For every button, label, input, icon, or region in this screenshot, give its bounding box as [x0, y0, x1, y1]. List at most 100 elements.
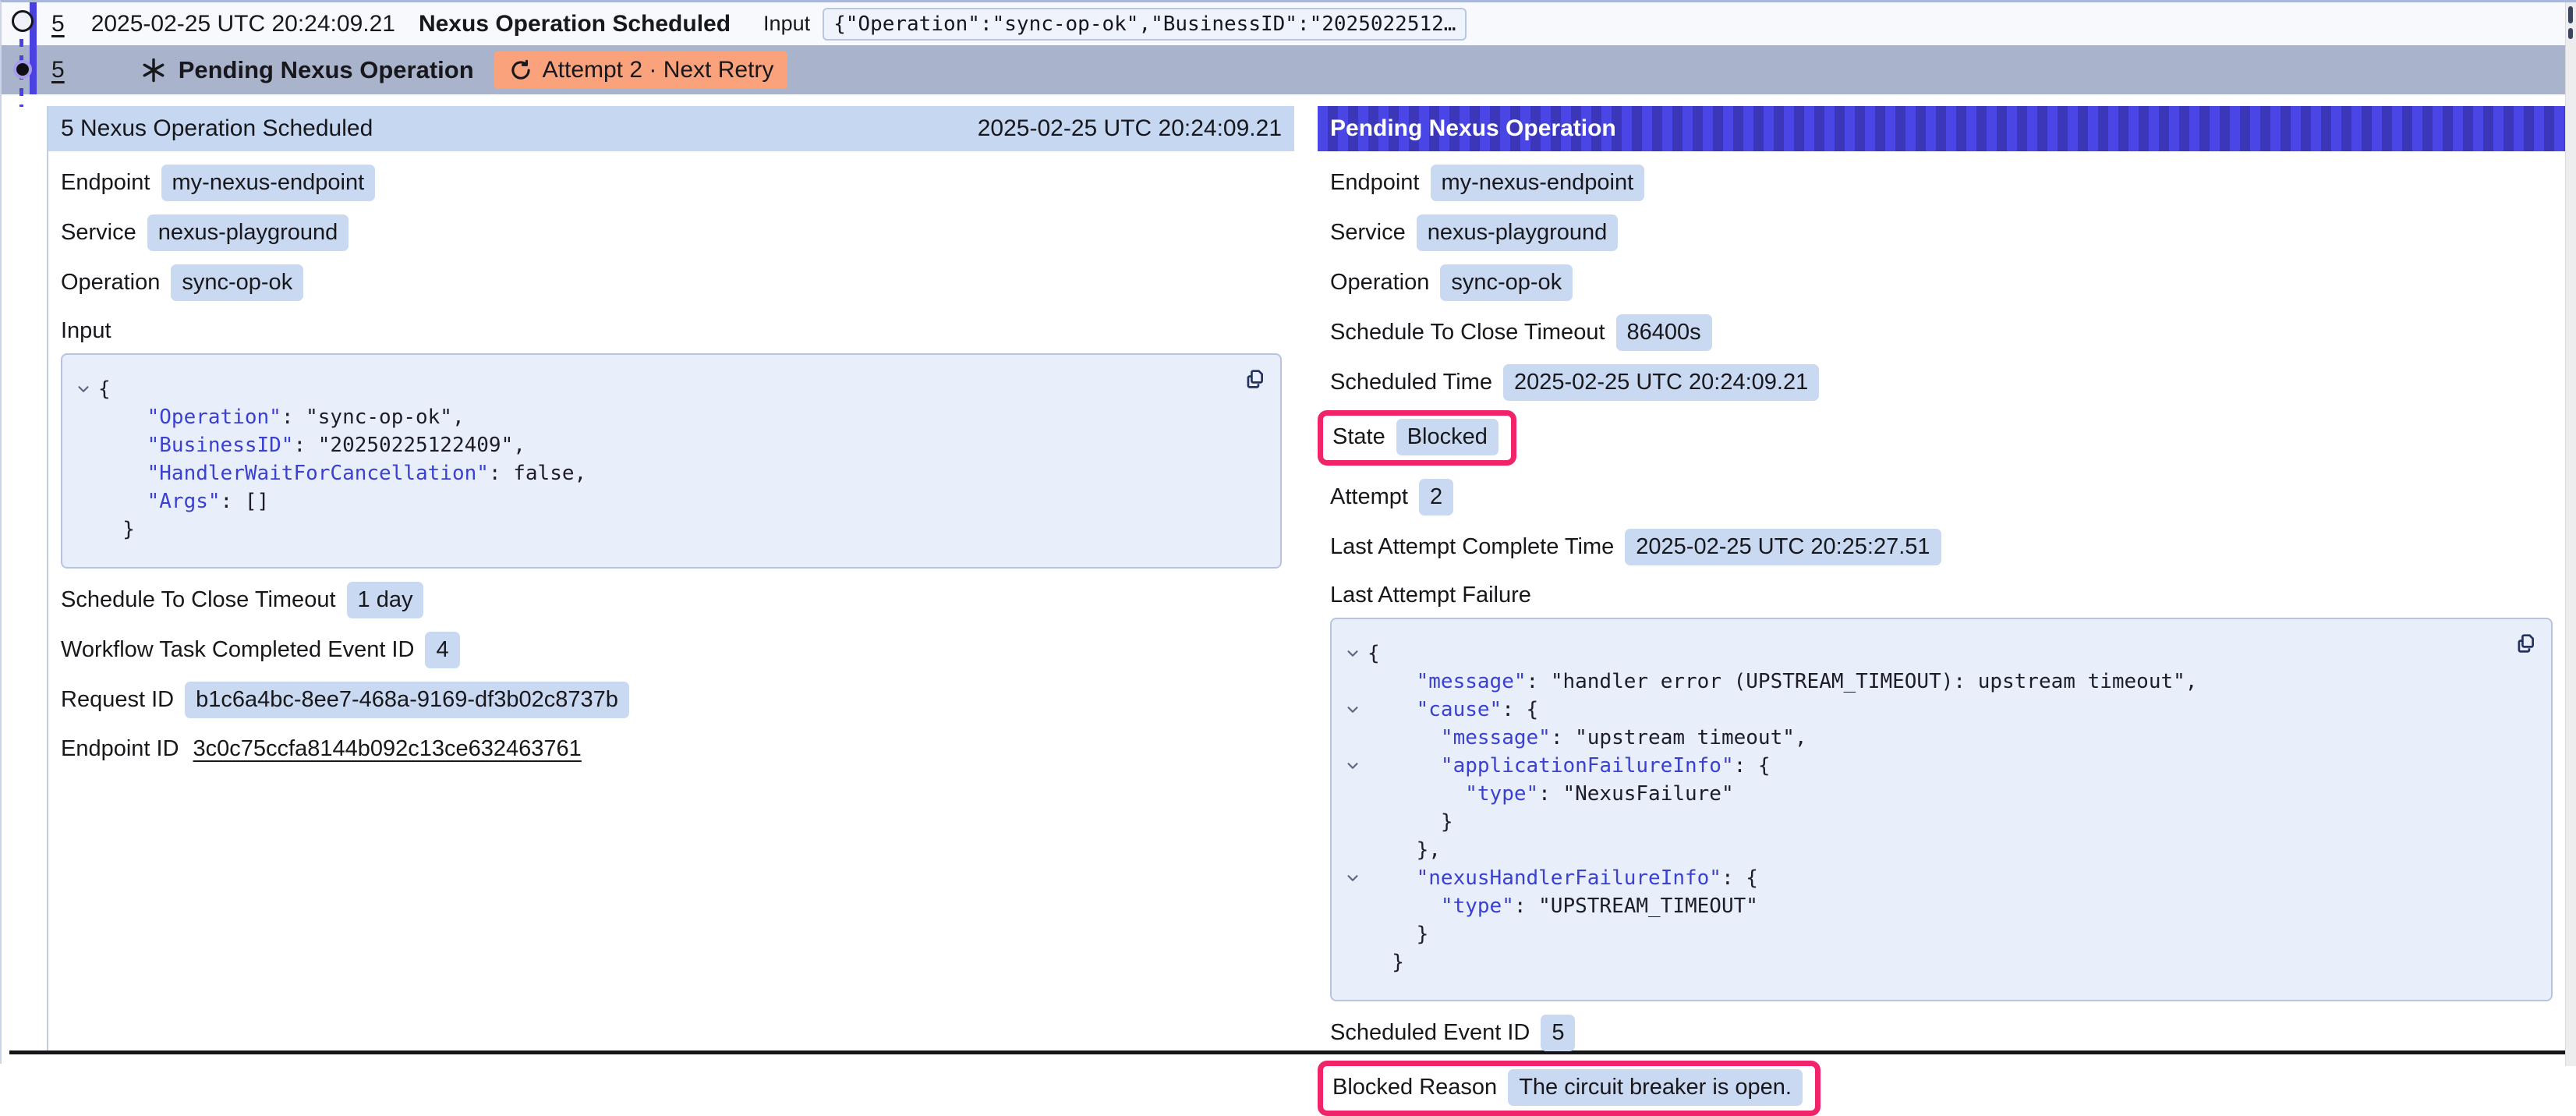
field-value: The circuit breaker is open.: [1508, 1069, 1803, 1106]
scrollbar-thumb[interactable]: [2568, 28, 2573, 39]
pending-field-scheduled-time: Scheduled Time2025-02-25 UTC 20:24:09.21: [1330, 364, 2565, 401]
blocked-reason-highlight: Blocked Reason The circuit breaker is ope…: [1318, 1061, 1821, 1116]
scheduled-field-service: Service nexus-playground: [61, 214, 1294, 251]
state-highlight: State Blocked: [1318, 410, 1516, 466]
scheduled-panel-timestamp: 2025-02-25 UTC 20:24:09.21: [978, 115, 1282, 142]
field-label: Blocked Reason: [1332, 1075, 1497, 1100]
field-value: nexus-playground: [147, 214, 349, 251]
code-gutter: [1338, 668, 1368, 696]
field-label: Operation: [61, 270, 160, 296]
pending-field-last-attempt-complete-time: Last Attempt Complete Time2025-02-25 UTC…: [1330, 529, 2565, 565]
field-label: Service: [61, 220, 136, 246]
timeline-open-node-icon[interactable]: [12, 10, 34, 32]
code-line: }: [1338, 948, 2535, 976]
pending-field-attempt: Attempt2: [1330, 479, 2565, 515]
pending-field-endpoint: Endpointmy-nexus-endpoint: [1330, 165, 2565, 201]
temporal-event-history-view: 5 2025-02-25 UTC 20:24:09.21 Nexus Opera…: [0, 0, 2576, 1064]
field-value: 2025-02-25 UTC 20:24:09.21: [1503, 364, 1819, 401]
pending-panel-title: Pending Nexus Operation: [1330, 115, 1616, 142]
pending-field-scheduled-event-id: Scheduled Event ID5: [1330, 1015, 2565, 1051]
field-value: Blocked: [1396, 419, 1499, 455]
timeline-current-node-icon[interactable]: [13, 60, 32, 79]
field-value: 1 day: [347, 582, 424, 618]
field-label: Service: [1330, 220, 1406, 246]
code-line: },: [1338, 836, 2535, 864]
code-gutter: [1338, 836, 1368, 864]
chevron-down-icon[interactable]: [1338, 864, 1368, 892]
field-value: 4: [425, 632, 459, 668]
scheduled-field-operation: Operation sync-op-ok: [61, 264, 1294, 301]
scheduled-fields-top: Endpoint my-nexus-endpoint Service nexus-pl…: [48, 165, 1294, 301]
code-line: "message": "handler error (UPSTREAM_TIME…: [1338, 668, 2535, 696]
field-label: Attempt: [1330, 484, 1408, 510]
input-json-lines: { "Operation": "sync-op-ok", "BusinessID…: [69, 375, 1265, 544]
retry-attempt-badge: Attempt 2 · Next Retry: [494, 51, 788, 89]
field-value: my-nexus-endpoint: [161, 165, 376, 201]
event-input-preview: {"Operation":"sync-op-ok","BusinessID":"…: [823, 8, 1467, 41]
field-label: Schedule To Close Timeout: [61, 587, 336, 613]
field-label: Schedule To Close Timeout: [1330, 320, 1605, 345]
field-value: sync-op-ok: [171, 264, 303, 301]
event-id-link[interactable]: 5: [51, 11, 65, 37]
code-line: "Operation": "sync-op-ok",: [69, 403, 1265, 431]
chevron-down-icon[interactable]: [1338, 639, 1368, 668]
input-block-label: Input: [61, 318, 1294, 344]
pending-field-blocked-reason: Blocked Reason The circuit breaker is ope…: [1332, 1069, 1803, 1106]
pending-event-id-link[interactable]: 5: [51, 57, 65, 83]
failure-json-viewer: { "message": "handler error (UPSTREAM_TI…: [1330, 618, 2553, 1001]
chevron-down-icon[interactable]: [1338, 752, 1368, 780]
code-gutter: [1338, 780, 1368, 808]
code-line: "applicationFailureInfo": {: [1338, 752, 2535, 780]
scheduled-field-endpoint-id: Endpoint ID 3c0c75ccfa8144b092c13ce632463…: [61, 732, 1294, 766]
field-value: 86400s: [1616, 314, 1712, 351]
code-gutter: [1338, 808, 1368, 836]
field-label: Endpoint: [61, 170, 150, 196]
chevron-down-icon[interactable]: [1338, 696, 1368, 724]
retry-badge-label: Attempt 2 · Next Retry: [543, 57, 774, 83]
field-label: State: [1332, 424, 1385, 450]
scheduled-field-endpoint: Endpoint my-nexus-endpoint: [61, 165, 1294, 201]
chevron-down-icon[interactable]: [69, 375, 98, 403]
code-line: }: [69, 515, 1265, 544]
pending-field-state: State Blocked: [1332, 419, 1499, 455]
code-line: }: [1338, 920, 2535, 948]
scheduled-field-workflow-task-completed-event-id: Workflow Task Completed Event ID 4: [61, 632, 1294, 668]
code-gutter: [1338, 920, 1368, 948]
code-line: "cause": {: [1338, 696, 2535, 724]
field-value: nexus-playground: [1417, 214, 1619, 251]
pending-field-service: Service nexus-playground: [1330, 214, 2565, 251]
field-value: sync-op-ok: [1440, 264, 1573, 301]
code-line: "BusinessID": "20250225122409",: [69, 431, 1265, 459]
code-gutter: [69, 403, 98, 431]
field-label: Operation: [1330, 270, 1429, 296]
pending-operation-detail-panel: Pending Nexus Operation Endpointmy-nexus…: [1318, 106, 2565, 1116]
code-line: "type": "NexusFailure": [1338, 780, 2535, 808]
field-value: 2025-02-25 UTC 20:25:27.51: [1625, 529, 1941, 565]
pending-fields-top: Endpointmy-nexus-endpoint Service nexus-pl…: [1318, 165, 2565, 565]
field-label: Request ID: [61, 687, 174, 713]
code-gutter: [1338, 724, 1368, 752]
event-row-nexus-operation-scheduled[interactable]: 5 2025-02-25 UTC 20:24:09.21 Nexus Opera…: [2, 2, 2566, 45]
scheduled-event-detail-panel: 5 Nexus Operation Scheduled 2025-02-25 U…: [48, 106, 1294, 766]
scheduled-field-request-id: Request IDb1c6a4bc-8ee7-468a-9169-df3b02…: [61, 682, 1294, 718]
code-gutter: [69, 459, 98, 487]
field-value[interactable]: 3c0c75ccfa8144b092c13ce632463761: [193, 736, 582, 762]
field-value: 5: [1541, 1015, 1575, 1051]
scrollbar-thumb[interactable]: [2568, 6, 2573, 23]
code-line: "nexusHandlerFailureInfo": {: [1338, 864, 2535, 892]
code-line: }: [1338, 808, 2535, 836]
field-label: Endpoint ID: [61, 736, 179, 762]
pending-fields-bottom: Scheduled Event ID5 Blocked Reason The cir…: [1318, 1015, 2565, 1116]
pending-field-operation: Operation sync-op-ok: [1330, 264, 2565, 301]
pending-nexus-operation-row[interactable]: 5 Pending Nexus Operation Attempt 2 · Ne…: [2, 45, 2566, 94]
pending-operation-name: Pending Nexus Operation: [179, 56, 474, 84]
field-label: Endpoint: [1330, 170, 1420, 196]
pending-field-schedule-to-close-timeout: Schedule To Close Timeout 86400s: [1330, 314, 2565, 351]
code-gutter: [1338, 892, 1368, 920]
copy-icon[interactable]: [1241, 366, 1268, 392]
code-gutter: [69, 515, 98, 544]
field-label: Workflow Task Completed Event ID: [61, 637, 414, 663]
copy-icon[interactable]: [2512, 630, 2539, 657]
scrollbar[interactable]: [2565, 2, 2576, 1066]
code-line: "HandlerWaitForCancellation": false,: [69, 459, 1265, 487]
